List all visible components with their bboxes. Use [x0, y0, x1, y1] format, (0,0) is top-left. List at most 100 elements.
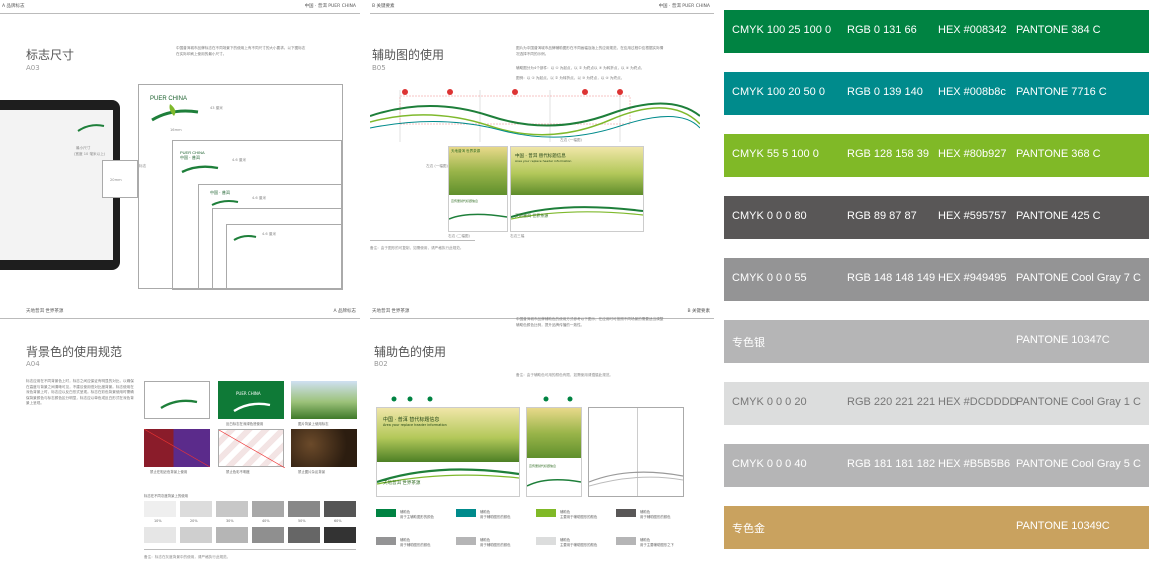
swatch-cmyk: 专色银 — [732, 337, 765, 349]
swatch-pantone: PANTONE Cool Gray 5 C — [1016, 458, 1141, 470]
sample-green: PUER CHINA — [218, 381, 284, 419]
page-code: B05 — [372, 64, 386, 72]
legend-swatch — [616, 509, 636, 517]
wave-icon — [527, 479, 581, 487]
page-code: B02 — [374, 360, 388, 368]
header-right: 中国 · 普洱 PUER CHINA — [304, 4, 356, 9]
step-2: 图例：以 ① 为起点，以 ② 为转折点，以 ③ 为终点，以 ④ 为终点， — [516, 76, 625, 80]
page-note: 备注：标志在灰度背景中的使用，请严格执行此规范。 — [144, 555, 231, 559]
logo-large: PUER CHINA — [150, 96, 200, 126]
page-title: 背景色的使用规范 — [26, 345, 123, 359]
legend-desc: 用于辅助图形的颜色 — [480, 515, 511, 519]
legend-swatch — [376, 509, 396, 517]
note-min-size: 最小尺寸 — [76, 146, 91, 150]
wave-icon — [511, 206, 643, 220]
header-left: 天地普洱 世界茶源 — [372, 309, 410, 314]
legend-swatch — [376, 537, 396, 545]
brochure-narrow: 宣传册替代标题信息 — [526, 407, 582, 497]
swatch-pantone: PANTONE 425 C — [1016, 210, 1101, 222]
mini-card-label: 标志 — [139, 164, 147, 168]
header-left: A 品牌标志 — [2, 4, 25, 9]
swatch-silver: 专色银 PANTONE 10347C — [724, 320, 1149, 363]
leaf-icon — [151, 104, 199, 122]
page-aux-color: 天地普洱 世界茶源 B 关键要素 辅助色的使用 B02 中国普洱城市品牌辅助色的… — [370, 305, 714, 576]
sample-photo — [291, 381, 357, 419]
swatch-lime: CMYK 55 5 100 0 RGB 128 158 39 HEX #80b9… — [724, 134, 1149, 177]
leaf-icon — [181, 165, 219, 174]
size-label-1: 43 厘米 — [210, 106, 223, 110]
page-paragraph: 图片为中国普洱城市品牌辅助图形在不同画幅及版上的应用规范，在应用过程中应根据实际… — [516, 46, 664, 56]
swatch-pantone: PANTONE 10347C — [1016, 334, 1110, 346]
header-left: B 关键要素 — [372, 4, 395, 9]
swatch-cmyk: CMYK 0 0 0 80 — [732, 210, 807, 222]
swatch-pantone: PANTONE 384 C — [1016, 24, 1101, 36]
divider — [370, 240, 475, 241]
brochure-outline — [588, 407, 684, 497]
leaf-icon — [160, 399, 198, 410]
page-header: 天地普洱 世界茶源 A 品牌标志 — [0, 305, 360, 319]
page-note: 备注：由于辅助色可用的颜色有限，如需使用请遵循此规范。 — [516, 373, 614, 377]
legend-swatch — [536, 509, 556, 517]
brochure-subtitle: Area your replace header information — [515, 159, 572, 163]
logo-en-text: PUER CHINA — [236, 391, 261, 396]
brochure-subtitle: Area your replace header information — [383, 423, 447, 427]
leaf-icon — [211, 200, 239, 206]
mini-card-size: 20mm — [110, 178, 122, 182]
sample-red-purple — [144, 429, 210, 467]
label-left-1: 左边 (一幅图) — [426, 164, 448, 168]
swatch-pantone: PANTONE 7716 C — [1016, 86, 1107, 98]
brochure-slogan: 天地普洱 世界茶源 — [451, 149, 481, 153]
brochure-small-title: 宣传册替代标题信息 — [451, 199, 479, 203]
caption-3: 禁止在相近色背景上使用 — [150, 470, 188, 474]
prohibit-line — [219, 430, 285, 468]
legend-desc: 用于辅助图形的颜色 — [400, 543, 431, 547]
header-left: 天地普洱 世界茶源 — [26, 309, 64, 314]
swatch-cmyk: CMYK 100 25 100 0 — [732, 24, 832, 36]
legend-desc: 用于辅助图形的颜色 — [640, 515, 671, 519]
brochure-right: 中国 · 普洱 替代标题信息 Area your replace header … — [510, 146, 644, 232]
swatch-rgb: RGB 181 181 182 — [847, 458, 936, 470]
gray-value-3: 30% — [226, 519, 234, 523]
step-1: 辅助图分为4个部件：以 ① 为起点，以 ② 为终点以 ③ 为转折点，以 ④ 为终… — [516, 66, 645, 70]
legend-desc: 用于主辅助图形的颜色 — [400, 515, 434, 519]
caption-4: 禁止色彩不明度 — [226, 470, 250, 474]
logo-small: 中国 · 普洱 — [210, 190, 240, 208]
brochure-small-title: 宣传册替代标题信息 — [529, 464, 557, 468]
legend-swatch — [456, 509, 476, 517]
header-right: A 品牌标志 — [333, 309, 356, 314]
logo-cn-text: 中国 · 普洱 — [210, 190, 230, 195]
swatch-hex: HEX #595757 — [938, 210, 1007, 222]
swatch-cmyk: CMYK 0 0 0 55 — [732, 272, 807, 284]
swatch-mid-gray: CMYK 0 0 0 55 RGB 148 148 149 HEX #94949… — [724, 258, 1149, 301]
marker-dots — [391, 396, 573, 402]
page-aux-graphic: B 关键要素 中国 · 普洱 PUER CHINA 辅助图的使用 B05 图片为… — [370, 0, 714, 290]
swatch-hex: HEX #949495 — [938, 272, 1007, 284]
swatch-hex: HEX #DCDDDD — [938, 396, 1018, 408]
swatch-light-gray: CMYK 0 0 0 20 RGB 220 221 221 HEX #DCDDD… — [724, 382, 1149, 425]
page-logo-size: A 品牌标志 中国 · 普洱 PUER CHINA 标志尺寸 A03 中国普洱城… — [0, 0, 360, 290]
note-min-size-detail: (宽度 10 毫米以上) — [74, 152, 106, 156]
swatch-cmyk: CMYK 0 0 0 20 — [732, 396, 807, 408]
page-code: A03 — [26, 64, 40, 72]
leaf-icon — [233, 402, 271, 413]
legend-desc: 用于主要辅助图形之下 — [640, 543, 674, 547]
brochure-slogan: 天地普洱 世界茶源 — [515, 213, 549, 218]
swatch-pantone: PANTONE 368 C — [1016, 148, 1101, 160]
gray-row-1 — [144, 501, 356, 517]
swatch-dark-gray: CMYK 0 0 0 80 RGB 89 87 87 HEX #595757 P… — [724, 196, 1149, 239]
swatch-hex: HEX #80b927 — [938, 148, 1007, 160]
gray-value-1: 10% — [154, 519, 162, 523]
swatch-pantone: PANTONE Cool Gray 1 C — [1016, 396, 1141, 408]
page-bg-color: 天地普洱 世界茶源 A 品牌标志 背景色的使用规范 A04 标志应用在不同背景色… — [0, 305, 360, 576]
color-legend: 辅助色 用于主辅助图形的颜色 辅助色 用于辅助图形的颜色 辅助色 主要用于辅助图… — [376, 509, 696, 555]
caption-2: 图片背景上使用标志 — [298, 422, 329, 426]
swatch-rgb: RGB 0 131 66 — [847, 24, 917, 36]
gray-value-2: 20% — [190, 519, 198, 523]
legend-swatch — [536, 537, 556, 545]
swatch-rgb: RGB 0 139 140 — [847, 86, 923, 98]
label-right-2: 右边三幅 — [510, 234, 525, 238]
wave-graphic — [370, 89, 700, 142]
brochure-photo — [449, 147, 507, 195]
logo-on-tablet — [76, 118, 106, 138]
swatch-rgb: RGB 89 87 87 — [847, 210, 917, 222]
